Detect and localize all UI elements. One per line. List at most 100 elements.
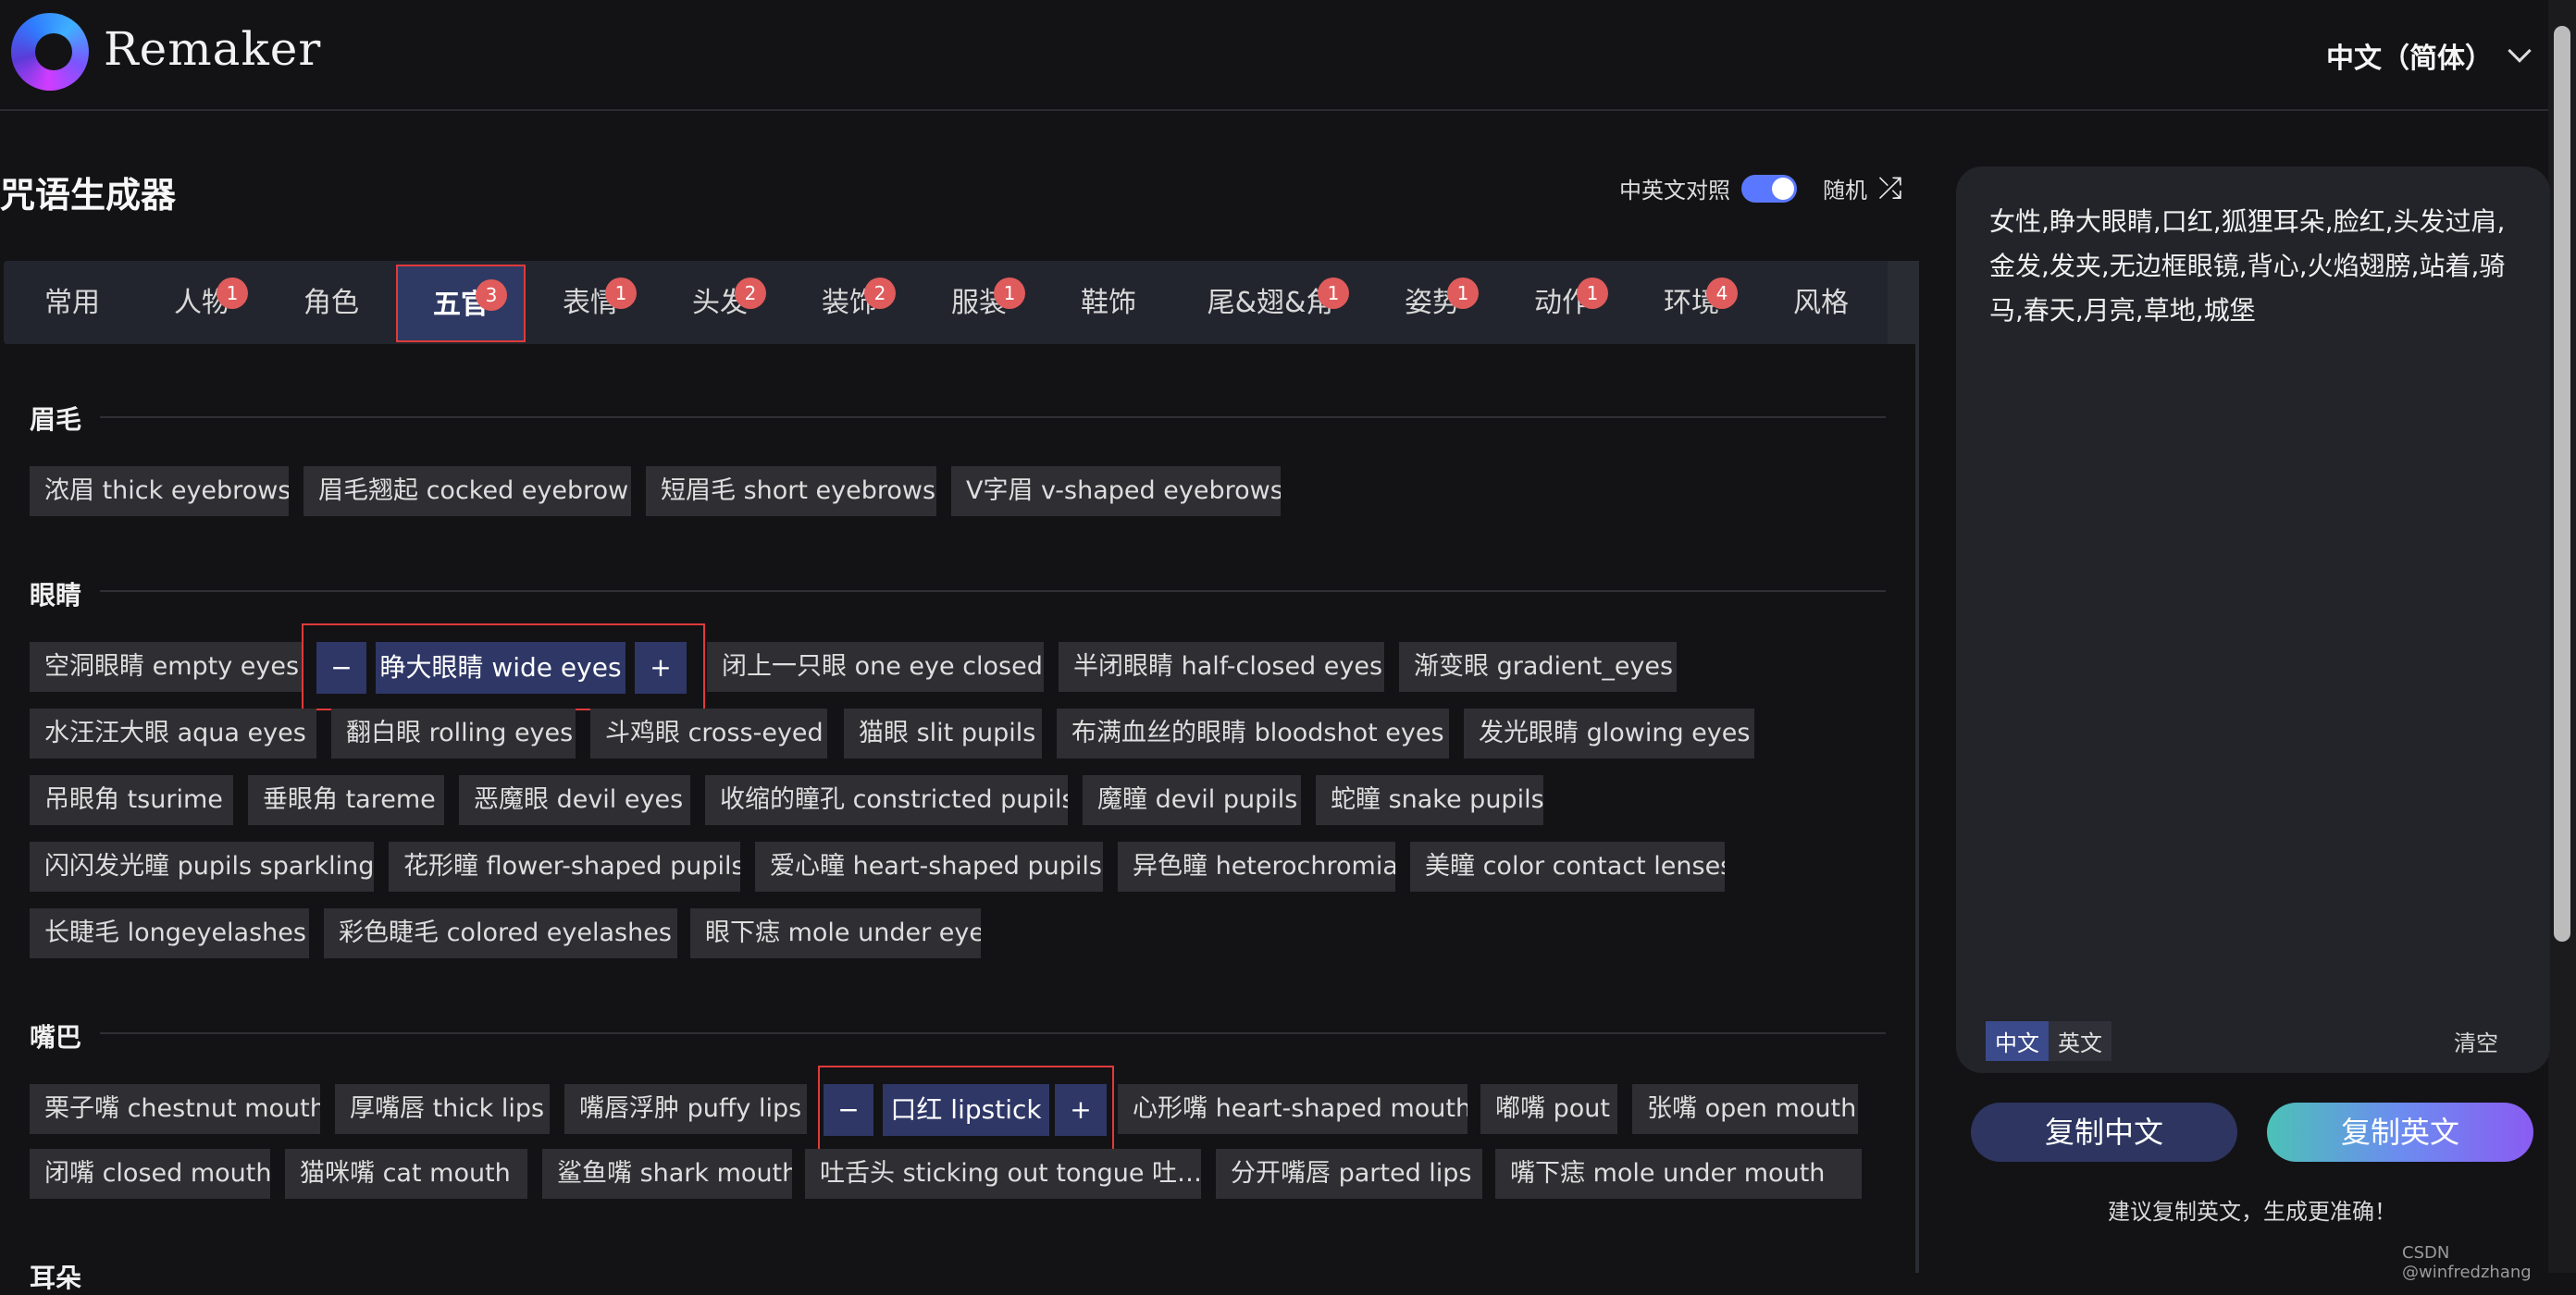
tag-chip[interactable]: 闭嘴 closed mouth bbox=[30, 1149, 270, 1199]
tag-chip[interactable]: V字眉 v-shaped eyebrows bbox=[951, 466, 1281, 516]
tab-style[interactable]: 风格 bbox=[1756, 265, 1886, 342]
section-title-eyes: 眼睛 bbox=[30, 580, 82, 610]
tag-chip[interactable]: 爱心瞳 heart-shaped pupils bbox=[755, 842, 1103, 892]
tag-chip[interactable]: 闭上一只眼 one eye closed bbox=[707, 642, 1044, 692]
tab-badge: 2 bbox=[864, 278, 896, 309]
section-divider bbox=[100, 416, 1886, 418]
segment-english[interactable]: 英文 bbox=[2049, 1021, 2112, 1061]
tab-person[interactable]: 人物 1 bbox=[137, 265, 266, 342]
tag-chip[interactable]: 半闭眼睛 half-closed eyes bbox=[1059, 642, 1384, 692]
tab-clothing[interactable]: 服装 1 bbox=[914, 265, 1044, 342]
prompt-output-text[interactable]: 女性,睁大眼睛,口红,狐狸耳朵,脸红,头发过肩,金发,发夹,无边框眼镜,背心,火… bbox=[1989, 200, 2526, 333]
tag-chip[interactable]: 栗子嘴 chestnut mouth bbox=[30, 1084, 320, 1134]
tab-environment[interactable]: 环境 4 bbox=[1627, 265, 1756, 342]
shuffle-icon[interactable]: ⤮ bbox=[1878, 170, 1902, 206]
tab-tail-wings-horns[interactable]: 尾&翅&角 1 bbox=[1173, 265, 1368, 342]
decrement-button[interactable]: − bbox=[824, 1084, 873, 1136]
tag-chip[interactable]: 张嘴 open mouth bbox=[1632, 1084, 1858, 1134]
tag-chip[interactable]: 嘟嘴 pout bbox=[1480, 1084, 1617, 1134]
prompt-output-panel: 女性,睁大眼睛,口红,狐狸耳朵,脸红,头发过肩,金发,发夹,无边框眼镜,背心,火… bbox=[1956, 166, 2550, 1073]
selected-tag-label[interactable]: 口红 lipstick bbox=[883, 1084, 1049, 1136]
tabs-scrollbar[interactable] bbox=[1888, 261, 1915, 344]
tab-badge: 1 bbox=[217, 278, 248, 309]
tag-chip[interactable]: 渐变眼 gradient_eyes bbox=[1399, 642, 1677, 692]
tag-chip[interactable]: 垂眼角 tareme bbox=[248, 775, 444, 825]
tag-chip[interactable]: 恶魔眼 devil eyes bbox=[459, 775, 690, 825]
tag-chip[interactable]: 闪闪发光瞳 pupils sparkling bbox=[30, 842, 374, 892]
tag-chip[interactable]: 短眉毛 short eyebrows bbox=[646, 466, 936, 516]
selected-tag-eyes: − 睁大眼睛 wide eyes + bbox=[302, 623, 705, 710]
clear-button[interactable]: 清空 bbox=[2454, 1025, 2498, 1057]
tag-chip[interactable]: 水汪汪大眼 aqua eyes bbox=[30, 709, 316, 758]
page-title: 咒语生成器 bbox=[0, 175, 177, 216]
tag-chip[interactable]: 嘴唇浮肿 puffy lips bbox=[564, 1084, 807, 1134]
page-scrollbar-thumb[interactable] bbox=[2554, 26, 2570, 942]
language-selector[interactable]: 中文（简体） bbox=[2326, 35, 2532, 76]
random-label[interactable]: 随机 bbox=[1823, 172, 1867, 204]
increment-button[interactable]: + bbox=[635, 642, 687, 694]
brand-name[interactable]: Remaker bbox=[104, 22, 321, 76]
tab-badge: 1 bbox=[1447, 278, 1479, 309]
tab-action[interactable]: 动作 1 bbox=[1497, 265, 1627, 342]
copy-english-button[interactable]: 复制英文 bbox=[2267, 1103, 2533, 1162]
tag-chip[interactable]: 嘴下痣 mole under mouth bbox=[1495, 1149, 1862, 1199]
copy-chinese-button[interactable]: 复制中文 bbox=[1971, 1103, 2237, 1162]
tag-chip[interactable]: 鲨鱼嘴 shark mouth bbox=[542, 1149, 792, 1199]
tab-common[interactable]: 常用 bbox=[7, 265, 137, 342]
tag-chip[interactable]: 厚嘴唇 thick lips bbox=[335, 1084, 550, 1134]
selected-tag-label[interactable]: 睁大眼睛 wide eyes bbox=[376, 642, 625, 694]
copy-hint: 建议复制英文，生成更准确！ bbox=[2108, 1199, 2396, 1225]
language-label: 中文（简体） bbox=[2326, 43, 2493, 75]
tag-chip[interactable]: 浓眉 thick eyebrows bbox=[30, 466, 289, 516]
tab-badge: 1 bbox=[1318, 278, 1349, 309]
top-bar: Remaker 中文（简体） bbox=[0, 0, 2576, 111]
category-tabs: 常用 人物 1 角色 五官 3 表情 1 头发 2 装饰 2 服装 1 鞋饰 尾&翅&角 1 … bbox=[4, 261, 1915, 344]
tab-decoration[interactable]: 装饰 2 bbox=[785, 265, 914, 342]
tag-chip[interactable]: 眉毛翘起 cocked eyebrow bbox=[303, 466, 631, 516]
page-scrollbar[interactable] bbox=[2548, 0, 2576, 1273]
tag-chip[interactable]: 长睫毛 longeyelashes bbox=[30, 908, 309, 958]
chevron-down-icon bbox=[2508, 39, 2532, 63]
tag-chip[interactable]: 猫眼 slit pupils bbox=[844, 709, 1042, 758]
tab-badge: 1 bbox=[1577, 278, 1608, 309]
segment-chinese[interactable]: 中文 bbox=[1986, 1021, 2049, 1061]
tag-chip[interactable]: 眼下痣 mole under eye bbox=[690, 908, 981, 958]
tag-chip[interactable]: 花形瞳 flower-shaped pupils bbox=[389, 842, 740, 892]
tag-chip[interactable]: 美瞳 color contact lenses bbox=[1410, 842, 1725, 892]
tag-chip[interactable]: 彩色睫毛 colored eyelashes bbox=[324, 908, 677, 958]
tab-badge: 1 bbox=[605, 278, 637, 309]
section-title-ears: 耳朵 bbox=[30, 1263, 82, 1293]
decrement-button[interactable]: − bbox=[316, 642, 366, 694]
tag-chip[interactable]: 吊眼角 tsurime bbox=[30, 775, 233, 825]
tab-expression[interactable]: 表情 1 bbox=[526, 265, 655, 342]
tab-pose[interactable]: 姿势 1 bbox=[1368, 265, 1497, 342]
increment-button[interactable]: + bbox=[1055, 1084, 1107, 1136]
tag-chip[interactable]: 斗鸡眼 cross-eyed bbox=[590, 709, 827, 758]
section-divider bbox=[100, 1032, 1886, 1034]
tag-chip[interactable]: 翻白眼 rolling eyes bbox=[331, 709, 576, 758]
tag-chip[interactable]: 发光眼睛 glowing eyes bbox=[1464, 709, 1754, 758]
tag-chip[interactable]: 收缩的瞳孔 constricted pupils bbox=[705, 775, 1068, 825]
tag-chip[interactable]: 猫咪嘴 cat mouth bbox=[285, 1149, 527, 1199]
panel-divider bbox=[1915, 261, 1919, 1273]
tab-shoes[interactable]: 鞋饰 bbox=[1044, 265, 1173, 342]
tab-badge: 2 bbox=[735, 278, 766, 309]
tag-chip[interactable]: 魔瞳 devil pupils bbox=[1083, 775, 1301, 825]
tab-badge: 4 bbox=[1706, 278, 1738, 309]
tab-facial-features[interactable]: 五官 3 bbox=[396, 265, 526, 342]
tab-hair[interactable]: 头发 2 bbox=[655, 265, 785, 342]
tag-chip[interactable]: 布满血丝的眼睛 bloodshot eyes bbox=[1057, 709, 1449, 758]
language-segment: 中文 英文 bbox=[1986, 1021, 2112, 1061]
tag-chip[interactable]: 异色瞳 heterochromia bbox=[1118, 842, 1395, 892]
tab-badge: 1 bbox=[994, 278, 1025, 309]
tag-chip[interactable]: 心形嘴 heart-shaped mouth bbox=[1118, 1084, 1468, 1134]
tag-chip[interactable]: 分开嘴唇 parted lips bbox=[1216, 1149, 1482, 1199]
tag-chip[interactable]: 吐舌头 sticking out tongue 吐… bbox=[805, 1149, 1201, 1199]
section-title-eyebrows: 眉毛 bbox=[30, 404, 82, 435]
remaker-logo-icon[interactable] bbox=[11, 13, 89, 91]
tag-chip[interactable]: 蛇瞳 snake pupils bbox=[1316, 775, 1543, 825]
selected-tag-mouth: − 口红 lipstick + bbox=[818, 1066, 1114, 1153]
tag-chip[interactable]: 空洞眼睛 empty eyes bbox=[30, 642, 303, 692]
bilingual-toggle[interactable] bbox=[1741, 174, 1797, 203]
tab-character[interactable]: 角色 bbox=[266, 265, 396, 342]
